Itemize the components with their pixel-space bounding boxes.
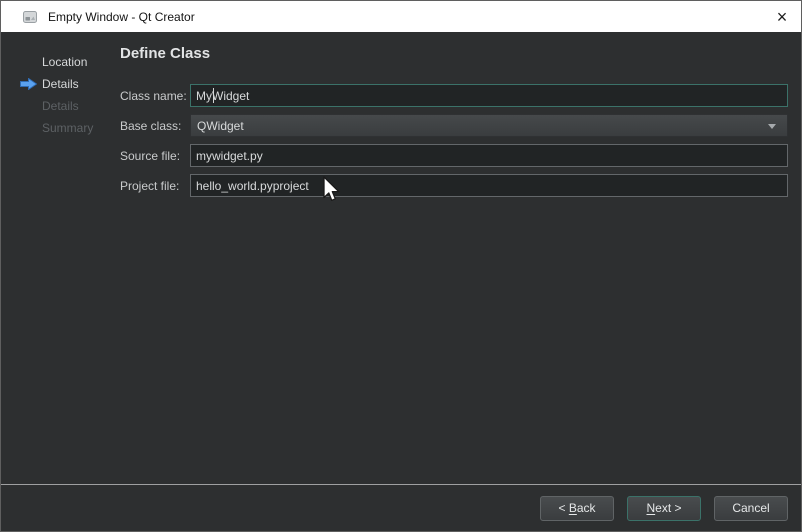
step-summary: Summary [1,117,120,139]
button-bar: < Back Next > Cancel [1,485,801,531]
step-label: Details [42,77,79,91]
class-name-row: Class name: [120,84,788,107]
step-details-current: Details [1,73,120,95]
chevron-down-icon [768,124,776,129]
base-class-label: Base class: [120,119,190,133]
current-step-arrow-icon [20,78,37,90]
step-details-upcoming: Details [1,95,120,117]
next-button[interactable]: Next > [627,496,701,521]
base-class-dropdown[interactable]: QWidget [190,114,788,137]
source-file-input[interactable] [190,144,788,167]
project-file-input[interactable] [190,174,788,197]
close-button[interactable]: × [769,4,795,30]
project-file-row: Project file: [120,174,788,197]
dialog-body: Location Details Details Summary Define … [1,32,801,484]
window-title: Empty Window - Qt Creator [48,10,195,24]
base-class-row: Base class: QWidget [120,114,788,137]
title-bar: Empty Window - Qt Creator × [1,1,801,32]
class-name-label: Class name: [120,89,190,103]
back-button[interactable]: < Back [540,496,614,521]
project-file-label: Project file: [120,179,190,193]
source-file-label: Source file: [120,149,190,163]
app-icon [22,9,38,25]
close-icon: × [777,8,788,26]
wizard-page: Define Class Class name: Base class: QWi… [120,32,801,484]
cancel-button[interactable]: Cancel [714,496,788,521]
define-class-form: Class name: Base class: QWidget [120,84,788,197]
page-title: Define Class [120,44,788,64]
step-location: Location [1,51,120,73]
step-label: Location [42,55,87,69]
wizard-steps: Location Details Details Summary [1,32,120,484]
source-file-row: Source file: [120,144,788,167]
step-label: Summary [42,121,93,135]
base-class-selected-value: QWidget [197,119,244,133]
wizard-dialog: Empty Window - Qt Creator × Location Det… [0,0,802,532]
class-name-input[interactable] [190,84,788,107]
step-label: Details [42,99,79,113]
